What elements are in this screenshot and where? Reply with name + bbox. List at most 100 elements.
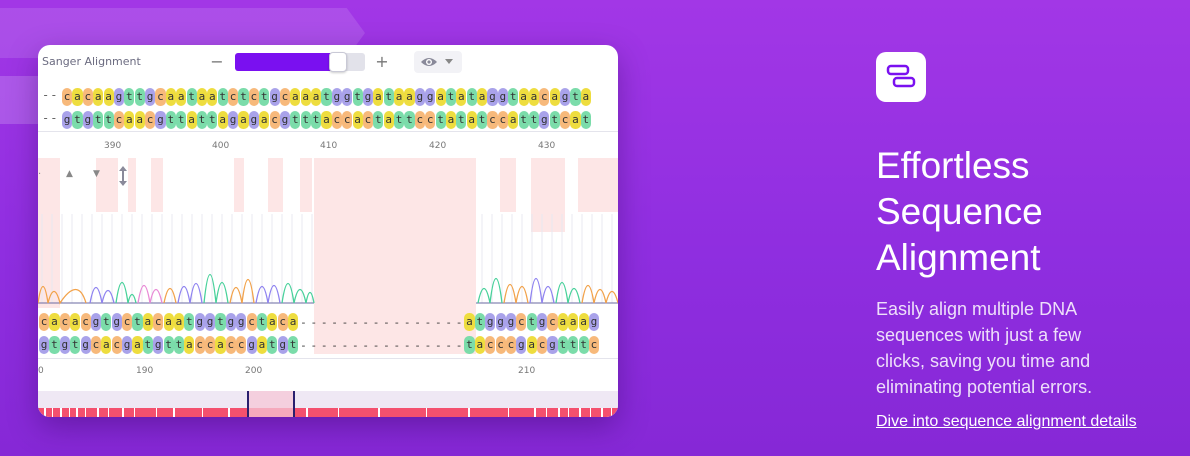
nucleotide-base: g xyxy=(90,312,102,331)
leading-gaps: -- xyxy=(42,111,59,125)
nucleotide-base: t xyxy=(526,312,537,331)
nucleotide-base: t xyxy=(466,87,477,106)
nucleotide-base: t xyxy=(196,110,208,129)
alignment-gap: - xyxy=(300,315,307,329)
zoom-slider-thumb[interactable] xyxy=(329,52,347,72)
nucleotide-base: g xyxy=(331,87,342,106)
description-line: Easily align multiple DNA xyxy=(876,299,1078,319)
nucleotide-base: c xyxy=(560,110,571,129)
chevron-up-icon[interactable]: ▲ xyxy=(66,169,73,179)
nucleotide-base: t xyxy=(165,110,176,129)
alignment-gap: - xyxy=(310,338,318,352)
alignment-gap: - xyxy=(414,315,421,329)
alignment-gap: - xyxy=(362,315,370,329)
nucleotide-base: c xyxy=(537,335,548,354)
sequence-alignment-details-link[interactable]: Dive into sequence alignment details xyxy=(876,413,1137,431)
viewport-window xyxy=(249,391,294,417)
leading-gaps: -- xyxy=(42,88,59,102)
nucleotide-base: c xyxy=(342,110,353,129)
nucleotide-base: t xyxy=(288,335,299,354)
zoom-in-button[interactable]: + xyxy=(373,52,391,72)
alignment-gap: - xyxy=(445,338,453,352)
nucleotide-base: c xyxy=(362,110,374,129)
nucleotide-base: t xyxy=(134,87,145,106)
headline-line: Effortless xyxy=(876,145,1030,186)
nucleotide-base: a xyxy=(176,87,187,106)
zoom-out-button[interactable]: − xyxy=(208,52,226,72)
nucleotide-base: c xyxy=(277,312,288,331)
nucleotide-base: a xyxy=(435,87,446,106)
nucleotide-base: a xyxy=(580,87,591,106)
nucleotide-base: t xyxy=(184,312,195,331)
nucleotide-base: g xyxy=(414,87,425,106)
alignment-gap: - xyxy=(362,338,370,352)
vertical-resize-icon[interactable] xyxy=(118,165,128,187)
nucleotide-base: g xyxy=(537,312,548,331)
nucleotide-base: a xyxy=(288,312,299,331)
nucleotide-base: a xyxy=(352,110,363,129)
nucleotide-base: t xyxy=(580,110,591,129)
zoom-slider[interactable] xyxy=(235,52,365,72)
nucleotide-base: t xyxy=(256,312,268,331)
nucleotide-base: t xyxy=(508,87,519,106)
nucleotide-base: a xyxy=(404,87,415,106)
nucleotide-base: g xyxy=(277,335,288,354)
alignment-gap: - xyxy=(331,315,338,329)
nucleotide-base: t xyxy=(394,110,405,129)
nucleotide-base: t xyxy=(477,110,488,129)
read-gap-run: ---------------- xyxy=(298,311,464,330)
read-sequence-bottom-left: gtgtgcacgatgttaccaccgatgt xyxy=(39,333,299,354)
nucleotide-base: g xyxy=(497,87,508,106)
nucleotide-base: a xyxy=(383,110,394,129)
nucleotide-base: t xyxy=(72,110,83,129)
nucleotide-base: g xyxy=(122,335,133,354)
alignment-gap: - xyxy=(341,338,349,352)
alignment-gap: - xyxy=(455,315,463,329)
viewport-right-handle xyxy=(293,391,295,417)
nucleotide-base: a xyxy=(103,87,114,106)
nucleotide-base: g xyxy=(80,335,91,354)
nucleotide-base: a xyxy=(217,110,228,129)
nucleotide-base: c xyxy=(145,110,156,129)
ruler-tick-label: 400 xyxy=(212,141,230,151)
nucleotide-base: t xyxy=(163,335,174,354)
alignment-gap: - xyxy=(445,315,453,329)
headline-line: Sequence xyxy=(876,191,1043,232)
nucleotide-base: c xyxy=(82,87,93,106)
nucleotide-base: g xyxy=(485,312,496,331)
view-options-dropdown[interactable] xyxy=(414,51,462,73)
nucleotide-base: g xyxy=(155,110,166,129)
chevron-down-icon[interactable]: ▼ xyxy=(93,169,100,179)
alignment-gap: - xyxy=(372,315,380,329)
nucleotide-base: g xyxy=(246,335,257,354)
nucleotide-base: a xyxy=(300,87,311,106)
nucleotide-base: c xyxy=(122,312,133,331)
nucleotide-base: t xyxy=(456,110,467,129)
nucleotide-base: a xyxy=(394,87,405,106)
trace-handle[interactable]: · xyxy=(38,169,41,180)
feature-headline: Effortless Sequence Alignment xyxy=(876,143,1156,281)
nucleotide-base: a xyxy=(557,312,568,331)
read-sequence-top-left: cacacgtgctacaatggtggctaca xyxy=(39,310,299,331)
nucleotide-base: a xyxy=(549,87,560,106)
nucleotide-base: g xyxy=(362,87,374,106)
nucleotide-base: t xyxy=(173,335,185,354)
ruler-tick-label: 390 xyxy=(104,141,122,151)
nucleotide-base: a xyxy=(207,87,218,106)
nucleotide-base: t xyxy=(207,110,218,129)
alignment-overview-track[interactable] xyxy=(38,391,618,417)
nucleotide-base: t xyxy=(49,335,60,354)
nucleotide-base: c xyxy=(113,110,125,129)
divider xyxy=(38,358,618,359)
nucleotide-base: t xyxy=(311,110,322,129)
alignment-gap: - xyxy=(383,315,390,329)
alignment-gap: - xyxy=(372,338,380,352)
nucleotide-base: g xyxy=(111,312,122,331)
alignment-gap: - xyxy=(383,338,390,352)
zoom-slider-fill xyxy=(235,53,333,71)
sanger-alignment-card: Sanger Alignment − + -- cacaagttgcaataat… xyxy=(38,45,618,417)
read-sequence-bottom-right: tacccgacgtttc xyxy=(464,333,600,354)
nucleotide-base: a xyxy=(184,335,195,354)
nucleotide-base: a xyxy=(528,87,540,106)
nucleotide-base: a xyxy=(196,87,208,106)
